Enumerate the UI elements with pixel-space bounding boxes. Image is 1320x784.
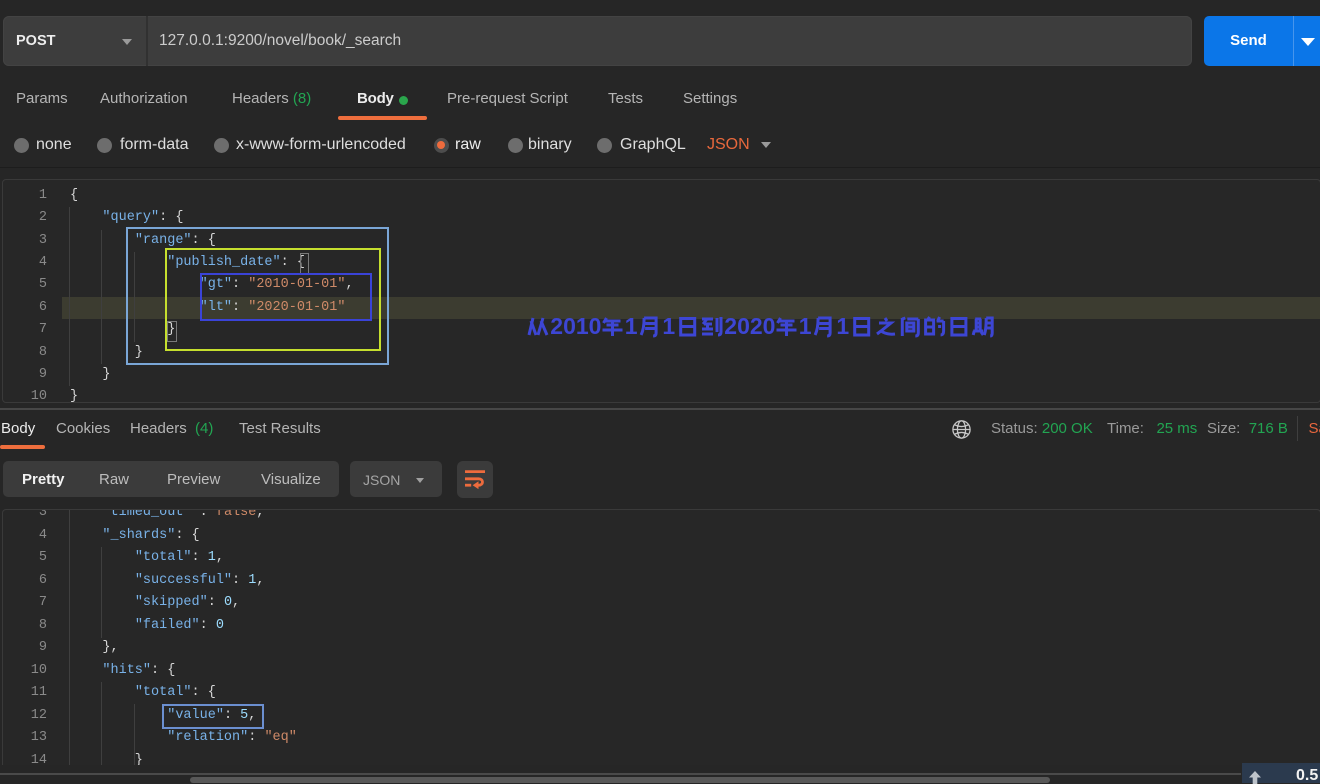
svg-text:2010: 2010: [550, 315, 601, 339]
svg-text:2020: 2020: [724, 315, 775, 339]
svg-text:1: 1: [836, 315, 849, 339]
svg-text:1: 1: [799, 315, 812, 339]
svg-text:1: 1: [662, 315, 675, 339]
svg-text:1: 1: [625, 315, 638, 339]
